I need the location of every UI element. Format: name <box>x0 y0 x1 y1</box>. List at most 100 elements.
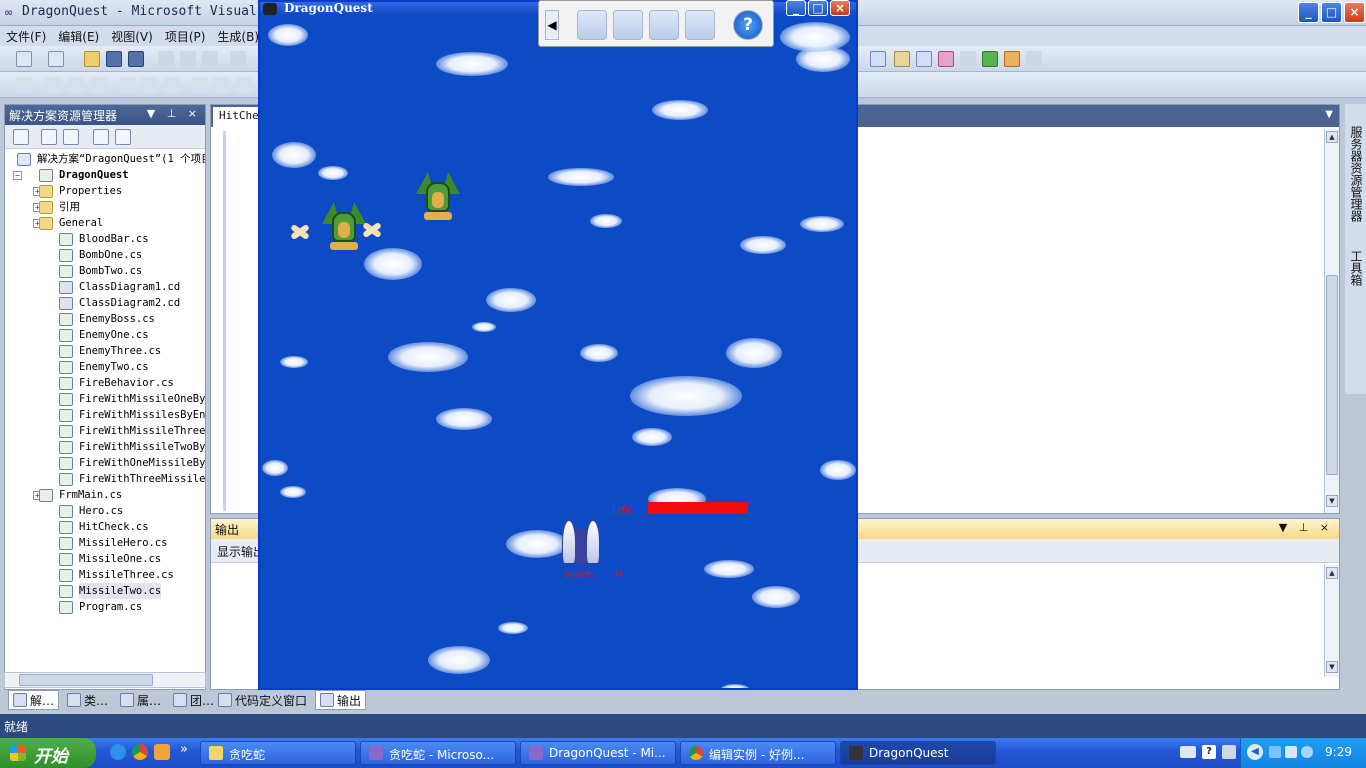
tree-item[interactable]: + Properties <box>5 183 205 199</box>
same-width-icon[interactable] <box>192 77 208 93</box>
tray-collapse-icon[interactable]: ◀ <box>1247 744 1263 760</box>
collapse-icon[interactable]: − <box>13 171 22 180</box>
vs-minimize-button[interactable]: _ <box>1298 2 1319 23</box>
tree-item[interactable]: FireWithMissileOneByEnemy.cs <box>5 391 205 407</box>
tree-item[interactable]: BombOne.cs <box>5 247 205 263</box>
tree-item[interactable]: FireWithMissileTwoByEnemy.cs <box>5 439 205 455</box>
back-arrow-icon[interactable]: ◀ <box>545 10 559 40</box>
tree-item[interactable]: − DragonQuest <box>5 167 205 183</box>
tree-item[interactable]: Program.cs <box>5 599 205 615</box>
solution-explorer-hscroll[interactable] <box>4 672 206 688</box>
update-icon[interactable] <box>1301 746 1313 758</box>
tree-item[interactable]: MissileTwo.cs <box>5 583 205 599</box>
undo-icon[interactable] <box>230 51 246 67</box>
tree-item[interactable]: EnemyThree.cs <box>5 343 205 359</box>
game-maximize-button[interactable]: □ <box>808 0 828 16</box>
tree-item[interactable]: FireWithMissileThreeByEnemy.cs <box>5 423 205 439</box>
volume-icon[interactable] <box>1285 746 1297 758</box>
new-project-icon[interactable] <box>16 51 32 67</box>
tab-solution-explorer[interactable]: 解… <box>8 690 60 710</box>
tree-item[interactable]: EnemyTwo.cs <box>5 359 205 375</box>
save-all-icon[interactable] <box>128 51 144 67</box>
scroll-up-icon[interactable]: ▲ <box>1326 567 1338 579</box>
scroll-down-icon[interactable]: ▼ <box>1326 661 1338 673</box>
properties-icon[interactable] <box>13 129 29 145</box>
object-browser-icon[interactable] <box>916 51 932 67</box>
task-chrome-edit[interactable]: 编辑实例 - 好例... <box>680 741 836 765</box>
align-center-icon[interactable] <box>68 77 84 93</box>
vs-close-button[interactable]: × <box>1344 2 1365 23</box>
same-height-icon[interactable] <box>214 77 230 93</box>
menu-project[interactable]: 项目(P) <box>159 26 212 46</box>
copy-icon[interactable] <box>180 51 196 67</box>
tree-item[interactable]: BombTwo.cs <box>5 263 205 279</box>
editor-vscroll[interactable]: ▲ ▼ <box>1324 129 1339 513</box>
game-close-button[interactable]: × <box>830 0 850 16</box>
tree-item[interactable]: FireBehavior.cs <box>5 375 205 391</box>
user-icon[interactable] <box>649 10 679 40</box>
tree-item[interactable]: + FrmMain.cs <box>5 487 205 503</box>
game-minimize-button[interactable]: _ <box>786 0 806 16</box>
game-field[interactable]: Life score: 0 <box>260 16 856 688</box>
network-icon[interactable] <box>1269 746 1281 758</box>
toolbox-tab[interactable]: 工具箱 <box>1348 250 1365 286</box>
tree-item[interactable]: MissileHero.cs <box>5 535 205 551</box>
help-icon[interactable]: ? <box>733 10 763 40</box>
align-middle-icon[interactable] <box>142 77 158 93</box>
tree-item[interactable]: Hero.cs <box>5 503 205 519</box>
tab-code-definition[interactable]: 代码定义窗口 <box>214 690 311 710</box>
tree-item[interactable]: HitCheck.cs <box>5 519 205 535</box>
app-quick-icon[interactable] <box>154 744 170 760</box>
ie-icon[interactable] <box>110 744 126 760</box>
scrollbar-thumb[interactable] <box>1326 275 1338 475</box>
check-icon[interactable] <box>577 10 607 40</box>
scrollbar-thumb[interactable] <box>19 674 153 686</box>
show-all-files-icon[interactable] <box>41 129 57 145</box>
output-vscroll[interactable]: ▲ ▼ <box>1324 565 1339 677</box>
add-item-icon[interactable] <box>48 51 64 67</box>
scroll-down-icon[interactable]: ▼ <box>1326 495 1338 507</box>
tree-item[interactable]: EnemyBoss.cs <box>5 311 205 327</box>
tab-dropdown-icon[interactable]: ▼ <box>1325 109 1333 120</box>
pane-controls[interactable]: ▼ ⊥ × <box>147 107 201 120</box>
toolbox-icon[interactable] <box>938 51 954 67</box>
tree-item[interactable]: ClassDiagram1.cd <box>5 279 205 295</box>
forward-icon[interactable] <box>685 10 715 40</box>
task-snake-vs[interactable]: 贪吃蛇 - Microso... <box>360 741 516 765</box>
tree-item[interactable]: EnemyOne.cs <box>5 327 205 343</box>
save-icon[interactable] <box>106 51 122 67</box>
tab-class-view[interactable]: 类… <box>63 690 112 710</box>
tree-item[interactable]: FireWithThreeMissileByHero.cs <box>5 471 205 487</box>
quicklaunch-overflow-icon[interactable]: » <box>180 742 188 757</box>
pane-controls[interactable]: ▼ ⊥ × <box>1279 521 1333 534</box>
keyboard-icon[interactable] <box>1180 746 1196 758</box>
align-bottom-icon[interactable] <box>164 77 180 93</box>
tab-team[interactable]: 团… <box>169 690 218 710</box>
chrome-icon[interactable] <box>132 744 148 760</box>
extensions-icon[interactable] <box>1004 51 1020 67</box>
paste-icon[interactable] <box>202 51 218 67</box>
menu-file[interactable]: 文件(F) <box>0 26 52 46</box>
tree-item[interactable]: + General <box>5 215 205 231</box>
align-right-icon[interactable] <box>90 77 106 93</box>
refresh-icon[interactable] <box>63 129 79 145</box>
tree-item[interactable]: + 引用 <box>5 199 205 215</box>
tree-item[interactable]: 解决方案“DragonQuest”(1 个项目) <box>5 151 205 167</box>
menu-view[interactable]: 视图(V) <box>105 26 159 46</box>
start-page-icon[interactable] <box>982 51 998 67</box>
align-grid-icon[interactable] <box>16 77 32 93</box>
vs-maximize-button[interactable]: □ <box>1321 2 1342 23</box>
properties-icon[interactable] <box>894 51 910 67</box>
view-code-icon[interactable] <box>93 129 109 145</box>
tree-item[interactable]: FireWithMissilesByEnemy.cs <box>5 407 205 423</box>
align-left-icon[interactable] <box>46 77 62 93</box>
command-window-icon[interactable] <box>1026 51 1042 67</box>
ime-icon[interactable] <box>1222 745 1236 759</box>
menu-edit[interactable]: 编辑(E) <box>52 26 105 46</box>
tools-icon[interactable] <box>960 51 976 67</box>
hand-icon[interactable] <box>613 10 643 40</box>
find-icon[interactable] <box>870 51 886 67</box>
tree-item[interactable]: FireWithOneMissileByHero.cs <box>5 455 205 471</box>
task-snake-folder[interactable]: 贪吃蛇 <box>200 741 356 765</box>
help-tray-icon[interactable]: ? <box>1202 745 1216 759</box>
